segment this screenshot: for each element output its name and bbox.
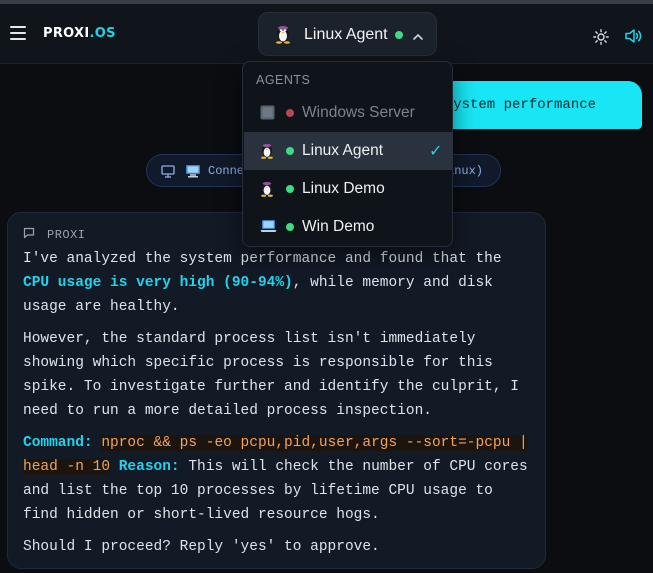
brand-logo: PROXI.OS [43,26,116,41]
message-paragraph: However, the standard process list isn't… [23,331,519,419]
agent-option-win-demo[interactable]: Win Demo [244,208,453,246]
status-dot-online [286,147,294,155]
laptop-icon [260,219,277,238]
reason-label: Reason: [118,459,180,475]
dropdown-heading: AGENTS [256,73,311,87]
user-message-bubble: e system performance [420,81,642,129]
desktop-computer-icon [185,164,201,183]
agent-option-linux-agent[interactable]: Linux Agent ✓ [244,132,453,170]
speaker-icon[interactable] [625,28,643,49]
status-dot-online [286,185,294,193]
chat-bubble-icon [23,226,35,244]
sun-icon[interactable] [593,29,609,50]
status-dot-offline [286,109,294,117]
check-icon: ✓ [429,143,443,160]
message-paragraph: Should I proceed? Reply 'yes' to approve… [23,539,380,555]
agent-selector[interactable]: Linux Agent [258,12,437,56]
windows-server-icon [260,105,275,125]
assistant-message-header: PROXI [23,226,86,244]
assistant-message-body: I've analyzed the system performance and… [23,247,533,567]
command-proposal: Command: nproc && ps -eo pcpu,pid,user,a… [23,431,533,527]
status-dot-online [286,223,294,231]
assistant-message: PROXI I've analyzed the system performan… [7,212,546,569]
agent-option-windows-server[interactable]: Windows Server [244,94,453,132]
assistant-name: PROXI [47,228,86,242]
command-label: Command: [23,435,93,451]
agent-status-dot [395,31,403,39]
tux-icon [275,25,291,49]
agent-option-linux-demo[interactable]: Linux Demo [244,170,453,208]
agent-dropdown-menu: AGENTS Windows Server Linux Agent ✓ Linu… [242,61,453,247]
message-paragraph: I've analyzed the system performance and… [23,251,502,315]
menu-icon[interactable] [10,26,26,40]
chevron-up-icon [412,29,424,47]
agent-selector-label: Linux Agent [304,26,388,43]
user-message-text: e system performance [428,97,597,113]
tux-icon [260,143,274,164]
tux-icon [260,181,274,202]
app-header: PROXI.OS Linux Agent [0,4,653,64]
monitor-icon [161,165,175,183]
connection-status-text: Conne [208,164,245,178]
